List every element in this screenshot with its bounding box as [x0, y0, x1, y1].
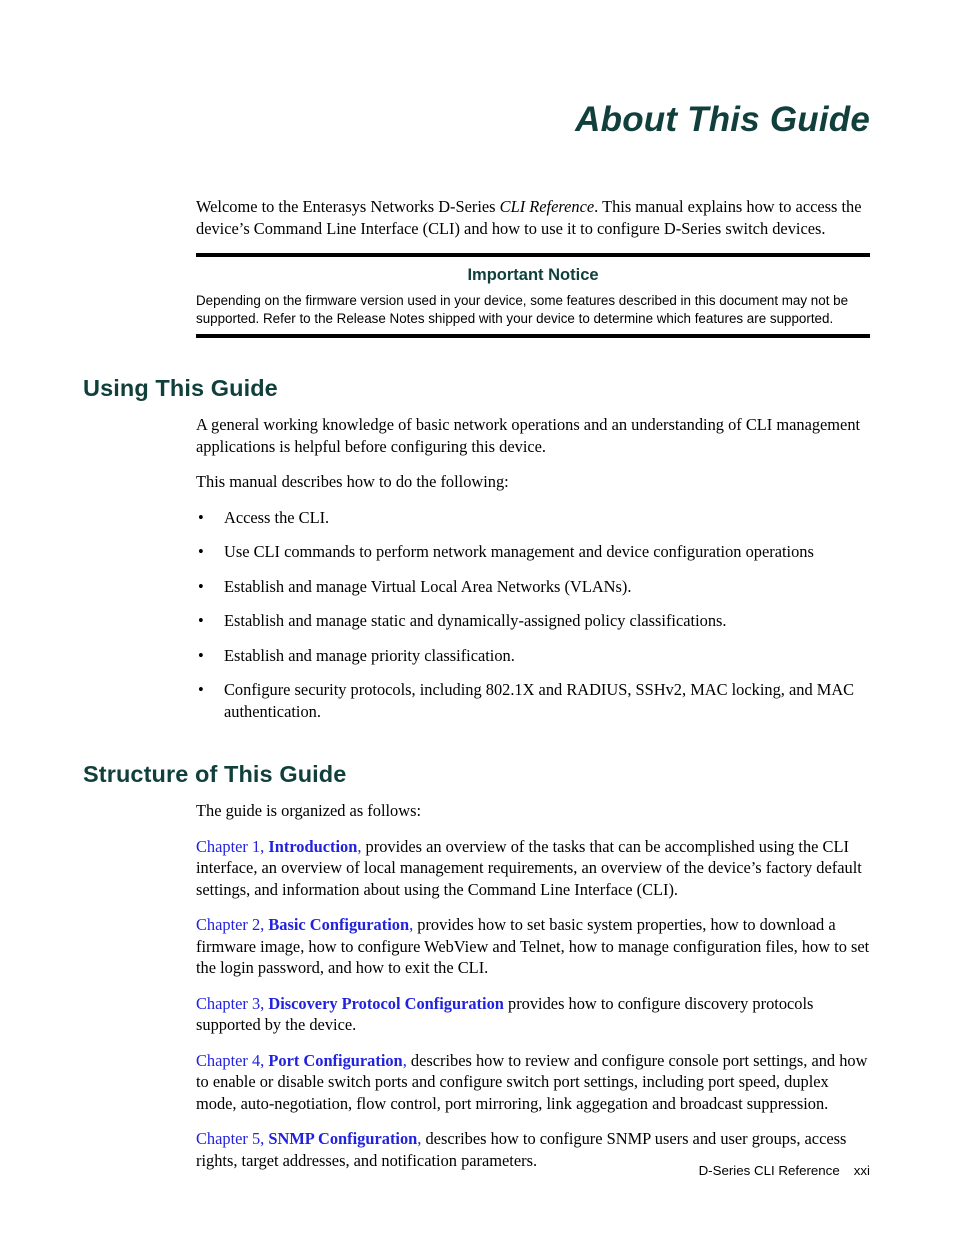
- intro-manual-title-italic: CLI Reference: [499, 197, 595, 216]
- document-page: About This Guide Welcome to the Enterasy…: [0, 0, 954, 1235]
- bullet-marker-icon: •: [198, 576, 204, 596]
- chapter-1-title-link[interactable]: Introduction: [268, 837, 357, 856]
- intro-text-part1: Welcome to the Enterasys Networks D-Seri…: [196, 197, 500, 216]
- section-heading-structure-of-this-guide: Structure of This Guide: [83, 761, 347, 788]
- using-this-guide-paragraph-2: This manual describes how to do the foll…: [196, 472, 509, 492]
- important-notice-body: Depending on the firmware version used i…: [196, 293, 849, 326]
- using-this-guide-paragraph-1: A general working knowledge of basic net…: [196, 415, 861, 456]
- chapter-5-title-link[interactable]: SNMP Configuration: [268, 1129, 417, 1148]
- chapter-4-title-link[interactable]: Port Configuration: [268, 1051, 402, 1070]
- list-item-text: Configure security protocols, including …: [224, 680, 855, 721]
- bullet-marker-icon: •: [198, 680, 204, 700]
- list-item-text: Use CLI commands to perform network mana…: [224, 542, 814, 562]
- chapter-3-title-link[interactable]: Discovery Protocol Configuration: [268, 994, 504, 1013]
- list-item: • Access the CLI.: [196, 507, 870, 529]
- chapter-entry-3: Chapter 3, Discovery Protocol Configurat…: [83, 993, 870, 1036]
- bullet-marker-icon: •: [198, 611, 204, 631]
- list-item: • Use CLI commands to perform network man…: [196, 541, 870, 563]
- important-notice-box: Important Notice Depending on the firmwa…: [196, 253, 870, 339]
- bullet-marker-icon: •: [198, 507, 204, 527]
- chapter-4-link[interactable]: Chapter 4,: [196, 1051, 268, 1070]
- list-item: • Configure security protocols, including…: [196, 679, 870, 722]
- chapter-3-link[interactable]: Chapter 3,: [196, 994, 268, 1013]
- chapter-4-separator: ,: [402, 1050, 411, 1070]
- list-item-text: Access the CLI.: [224, 507, 330, 527]
- chapter-1-separator: ,: [357, 836, 366, 856]
- page-footer: D-Series CLI Reference xxi: [83, 1162, 870, 1179]
- chapter-1-link[interactable]: Chapter 1,: [196, 837, 268, 856]
- footer-page-number: xxi: [853, 1163, 870, 1178]
- structure-intro-paragraph: The guide is organized as follows:: [196, 801, 422, 821]
- footer-manual-name: D-Series CLI Reference: [698, 1163, 840, 1178]
- bullet-marker-icon: •: [198, 645, 204, 665]
- list-item: • Establish and manage Virtual Local Area…: [196, 576, 870, 598]
- chapter-2-link[interactable]: Chapter 2,: [196, 915, 268, 934]
- list-item-text: Establish and manage Virtual Local Area …: [224, 576, 632, 596]
- list-item: • Establish and manage priority classific…: [196, 645, 870, 667]
- chapter-entry-1: Chapter 1, Introduction, provides an ove…: [83, 836, 870, 901]
- list-item: • Establish and manage static and dynamic…: [196, 610, 870, 632]
- chapter-2-title-link[interactable]: Basic Configuration: [268, 915, 409, 934]
- list-item-text: Establish and manage static and dynamica…: [224, 611, 727, 631]
- capability-bullet-list: • Access the CLI. • Use CLI commands to pe…: [196, 507, 870, 723]
- bullet-marker-icon: •: [198, 542, 204, 562]
- section-heading-using-this-guide: Using This Guide: [83, 375, 278, 402]
- intro-paragraph: Welcome to the Enterasys Networks D-Seri…: [83, 196, 870, 239]
- list-item-text: Establish and manage priority classifica…: [224, 645, 515, 665]
- chapter-5-link[interactable]: Chapter 5,: [196, 1129, 268, 1148]
- chapter-entry-4: Chapter 4, Port Configuration, describes…: [83, 1050, 870, 1115]
- important-notice-title: Important Notice: [467, 266, 599, 284]
- page-title: About This Guide: [575, 100, 870, 139]
- page-content: Welcome to the Enterasys Networks D-Seri…: [83, 196, 870, 1185]
- chapter-entry-2: Chapter 2, Basic Configuration, provides…: [83, 914, 870, 979]
